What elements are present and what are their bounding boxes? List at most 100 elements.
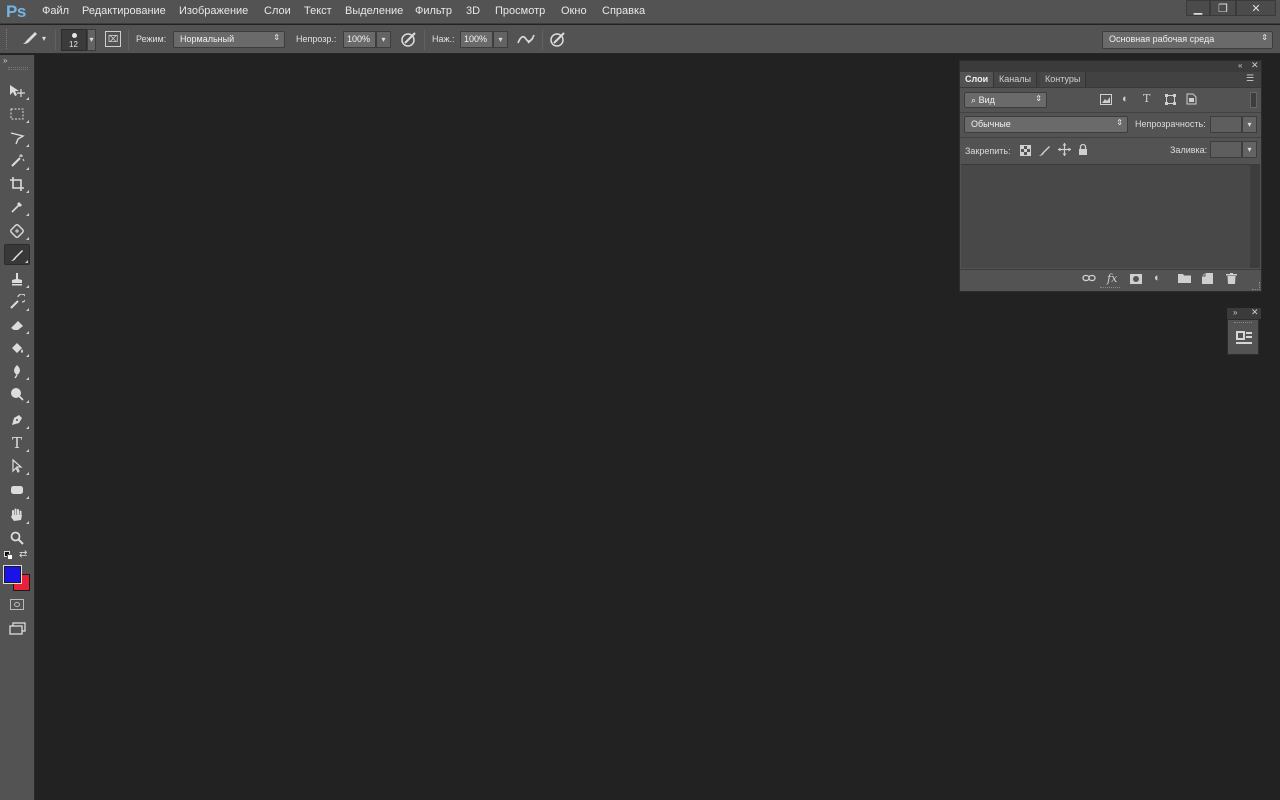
filter-smart-object-icon[interactable] [1186, 93, 1197, 108]
close-panel-icon[interactable]: ✕ [1251, 307, 1259, 318]
close-panel-icon[interactable]: ✕ [1251, 60, 1259, 71]
layer-opacity-input[interactable] [1210, 116, 1242, 133]
menu-3d[interactable]: 3D [466, 5, 480, 17]
tab-channels[interactable]: Каналы [994, 72, 1037, 87]
brush-tool-icon[interactable] [4, 244, 30, 265]
menu-filter[interactable]: Фильтр [415, 5, 452, 17]
workspace-select[interactable]: Основная рабочая среда ⇕ [1102, 31, 1273, 49]
chevron-down-icon[interactable]: ▾ [376, 31, 391, 48]
mini-panel-header[interactable]: » ✕ [1227, 307, 1261, 319]
quick-mask-icon[interactable] [10, 599, 24, 610]
menu-edit[interactable]: Редактирование [82, 5, 166, 17]
flow-label: Наж.: [432, 34, 455, 44]
eyedropper-tool-icon[interactable] [4, 196, 30, 217]
new-adjustment-layer-icon[interactable]: ◐ [1154, 272, 1161, 284]
magic-wand-tool-icon[interactable] [4, 150, 30, 171]
minimize-button[interactable]: ▁ [1186, 0, 1210, 16]
pressure-size-icon[interactable] [549, 30, 567, 48]
chevron-down-icon[interactable]: ▾ [87, 29, 96, 51]
filter-pixel-icon[interactable] [1100, 94, 1112, 108]
brush-panel-toggle-icon[interactable]: ⌧ [105, 31, 121, 47]
menu-type[interactable]: Текст [304, 5, 332, 17]
history-brush-tool-icon[interactable] [4, 291, 30, 312]
airbrush-icon[interactable] [516, 31, 536, 47]
menu-help[interactable]: Справка [602, 5, 645, 17]
lock-label: Закрепить: [965, 146, 1011, 156]
marquee-tool-icon[interactable] [4, 103, 30, 124]
brush-size-picker[interactable]: 12 [61, 29, 87, 51]
menu-view[interactable]: Просмотр [495, 5, 545, 17]
swap-colors-icon[interactable]: ⇄ [19, 549, 27, 560]
foreground-color-swatch[interactable] [3, 565, 22, 584]
panel-menu-icon[interactable]: ☰ [1246, 73, 1254, 84]
lock-image-pixels-icon[interactable] [1038, 144, 1052, 160]
tab-layers[interactable]: Слои [960, 72, 995, 87]
paint-bucket-tool-icon[interactable] [4, 337, 30, 358]
zoom-tool-icon[interactable] [4, 527, 30, 548]
resize-grip-icon[interactable] [1252, 282, 1260, 290]
new-layer-icon[interactable] [1202, 273, 1213, 287]
divider [424, 29, 425, 50]
layer-style-fx-icon[interactable]: fx [1107, 272, 1117, 285]
add-mask-icon[interactable] [1130, 274, 1142, 287]
chevron-down-icon[interactable]: ▾ [1242, 116, 1257, 133]
lock-transparent-pixels-icon[interactable] [1020, 145, 1031, 159]
panel-header[interactable]: « ✕ [960, 60, 1261, 72]
brush-tip-icon [72, 33, 77, 38]
collapse-toolbox-icon[interactable]: » [3, 56, 7, 65]
app-logo: Ps [6, 2, 26, 21]
clone-stamp-tool-icon[interactable] [4, 268, 30, 289]
fill-input[interactable] [1210, 141, 1242, 158]
restore-button[interactable]: ❐ [1210, 0, 1236, 16]
lock-position-icon[interactable] [1058, 143, 1071, 159]
blend-mode-select[interactable]: Нормальный ⇕ [173, 31, 285, 48]
filter-toggle-switch[interactable] [1250, 92, 1257, 108]
shape-tool-icon[interactable] [4, 479, 30, 500]
flow-input[interactable]: 100% [460, 31, 493, 48]
hand-tool-icon[interactable] [4, 504, 30, 525]
delete-layer-icon[interactable] [1226, 273, 1237, 287]
path-selection-tool-icon[interactable] [4, 455, 30, 476]
collapse-panel-icon[interactable]: « [1238, 61, 1242, 70]
pen-tool-icon[interactable] [4, 409, 30, 430]
menu-image[interactable]: Изображение [179, 5, 248, 17]
dodge-tool-icon[interactable] [4, 383, 30, 404]
layers-scrollbar[interactable] [1250, 164, 1260, 268]
properties-panel-icon[interactable] [1236, 331, 1252, 349]
lasso-tool-icon[interactable] [4, 127, 30, 148]
move-tool-icon[interactable] [4, 80, 30, 101]
crop-tool-icon[interactable] [4, 173, 30, 194]
type-tool-icon[interactable]: T [4, 432, 30, 453]
layer-blend-mode-select[interactable]: Обычные ⇕ [964, 116, 1128, 133]
menu-window[interactable]: Окно [561, 5, 587, 17]
mini-panel-grip[interactable] [1234, 322, 1252, 324]
chevron-down-icon[interactable]: ▾ [493, 31, 508, 48]
opacity-input[interactable]: 100% [343, 31, 376, 48]
tab-paths[interactable]: Контуры [1040, 72, 1087, 87]
options-bar: ▾ 12 ▾ ⌧ Режим: Нормальный ⇕ Непрозр.: 1… [0, 25, 1280, 54]
expand-panel-icon[interactable]: » [1233, 308, 1237, 317]
filter-adjustment-icon[interactable]: ◐ [1122, 93, 1129, 105]
pressure-opacity-icon[interactable] [400, 30, 418, 48]
lock-all-icon[interactable] [1078, 143, 1088, 159]
blur-tool-icon[interactable] [4, 360, 30, 381]
chevron-down-icon[interactable]: ▾ [1242, 141, 1257, 158]
layer-filter-select[interactable]: ⌕ Вид ⇕ [964, 92, 1047, 108]
close-button[interactable]: ✕ [1236, 0, 1276, 16]
layers-list[interactable] [961, 164, 1250, 268]
menu-select[interactable]: Выделение [345, 5, 403, 17]
healing-brush-tool-icon[interactable] [4, 220, 30, 241]
screen-mode-icon[interactable] [9, 622, 27, 639]
new-group-icon[interactable] [1178, 273, 1191, 286]
default-colors-icon[interactable] [4, 551, 14, 560]
toolbox-grip[interactable] [8, 67, 28, 70]
brush-preset-icon[interactable] [20, 30, 40, 48]
eraser-tool-icon[interactable] [4, 314, 30, 335]
menu-layers[interactable]: Слои [264, 5, 291, 17]
filter-shape-icon[interactable] [1165, 94, 1176, 108]
chevron-down-icon[interactable]: ▾ [42, 34, 46, 43]
panel-bottom-grip[interactable] [1100, 287, 1120, 289]
filter-type-icon[interactable]: T [1143, 92, 1150, 105]
menu-file[interactable]: Файл [42, 5, 69, 17]
link-layers-icon[interactable] [1082, 273, 1096, 286]
